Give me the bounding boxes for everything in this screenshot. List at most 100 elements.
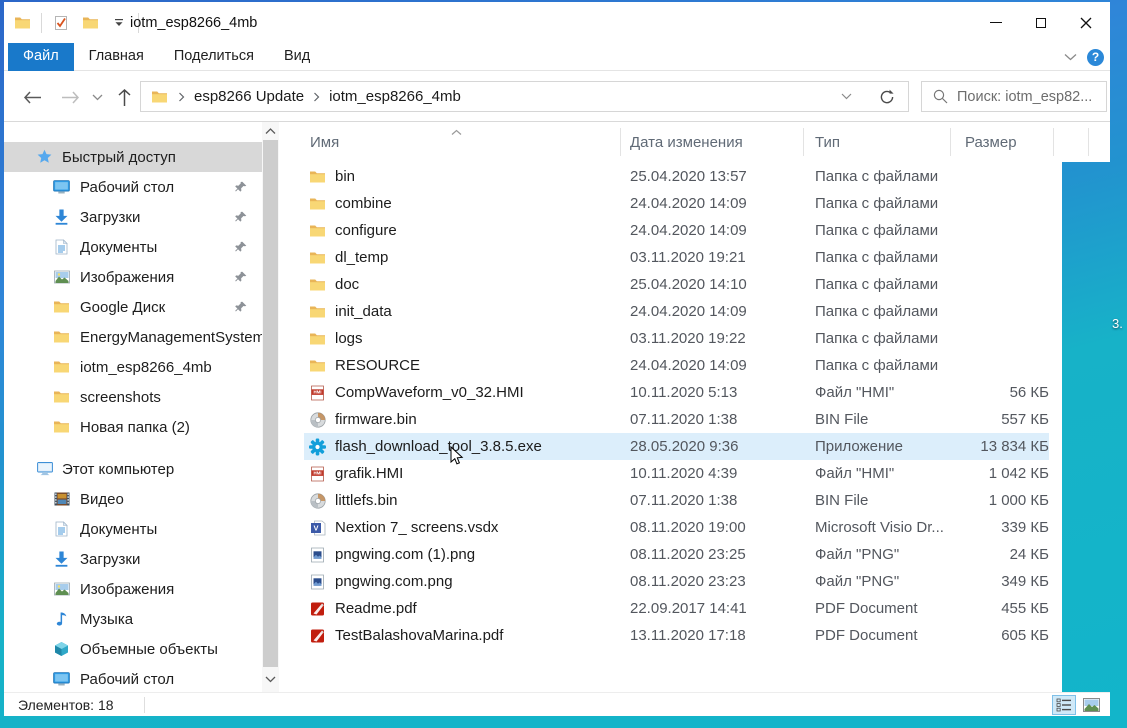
recent-locations-icon[interactable] xyxy=(86,84,108,110)
folder-icon xyxy=(308,170,327,184)
scroll-down-icon[interactable] xyxy=(262,671,279,687)
sidebar-item-label: Изображения xyxy=(80,269,174,286)
sidebar-item[interactable]: Загрузки xyxy=(4,544,262,574)
file-row[interactable]: configure 24.04.2020 14:09 Папка с файла… xyxy=(279,217,1062,244)
file-row[interactable]: Readme.pdf 22.09.2017 14:41 PDF Document… xyxy=(279,595,1062,622)
minimize-button[interactable] xyxy=(973,2,1018,43)
back-button[interactable] xyxy=(18,84,46,110)
sidebar-item[interactable]: Рабочий стол xyxy=(4,664,262,692)
file-date: 28.05.2020 9:36 xyxy=(630,438,738,455)
file-list: Имя Дата изменения Тип Размер bin 25.04.… xyxy=(279,122,1062,692)
address-dropdown-icon[interactable] xyxy=(828,82,865,111)
folder-icon xyxy=(52,300,71,314)
chevron-right-icon[interactable] xyxy=(308,92,325,102)
sidebar-item[interactable]: Изображения xyxy=(4,262,262,292)
file-date: 25.04.2020 14:10 xyxy=(630,276,747,293)
file-row[interactable]: firmware.bin 07.11.2020 1:38 BIN File 55… xyxy=(279,406,1062,433)
file-row[interactable]: V Nextion 7_ screens.vsdx 08.11.2020 19:… xyxy=(279,514,1062,541)
file-row[interactable]: HMI CompWaveform_v0_32.HMI 10.11.2020 5:… xyxy=(279,379,1062,406)
sidebar-item[interactable]: EnergyManagementSystemN xyxy=(4,322,262,352)
sidebar-item[interactable]: screenshots xyxy=(4,382,262,412)
pin-icon xyxy=(231,181,250,193)
sidebar-item[interactable]: Google Диск xyxy=(4,292,262,322)
file-row[interactable]: doc 25.04.2020 14:10 Папка с файлами xyxy=(279,271,1062,298)
chevron-right-icon[interactable] xyxy=(173,92,190,102)
sidebar-scrollbar[interactable] xyxy=(262,122,279,692)
file-row[interactable]: littlefs.bin 07.11.2020 1:38 BIN File 1 … xyxy=(279,487,1062,514)
monitor-icon xyxy=(52,180,71,195)
navigation-toolbar: esp8266 Update iotm_esp8266_4mb xyxy=(4,71,1110,122)
ribbon-tab-1[interactable]: Главная xyxy=(74,43,159,71)
file-row[interactable]: init_data 24.04.2020 14:09 Папка с файла… xyxy=(279,298,1062,325)
details-view-button[interactable] xyxy=(1052,695,1076,715)
ribbon-collapse-icon[interactable] xyxy=(1064,48,1077,66)
sidebar-item[interactable]: iotm_esp8266_4mb xyxy=(4,352,262,382)
search-input[interactable] xyxy=(957,89,1097,105)
column-header-name[interactable]: Имя xyxy=(310,134,339,151)
maximize-button[interactable] xyxy=(1018,2,1063,43)
desktop: { "window": { "title": "iotm_esp8266_4mb… xyxy=(0,0,1127,728)
sidebar-item[interactable]: Музыка xyxy=(4,604,262,634)
file-row[interactable]: logs 03.11.2020 19:22 Папка с файлами xyxy=(279,325,1062,352)
file-name: TestBalashovaMarina.pdf xyxy=(335,627,503,644)
sidebar-item-label: Новая папка (2) xyxy=(80,419,190,436)
document-icon xyxy=(52,240,71,255)
file-name: Nextion 7_ screens.vsdx xyxy=(335,519,498,536)
file-row[interactable]: bin 25.04.2020 13:57 Папка с файлами xyxy=(279,163,1062,190)
sidebar-item[interactable]: Видео xyxy=(4,484,262,514)
file-type: Папка с файлами xyxy=(815,168,938,185)
column-header-size[interactable]: Размер xyxy=(965,134,1017,151)
refresh-button[interactable] xyxy=(865,81,909,112)
sidebar-item[interactable]: Новая папка (2) xyxy=(4,412,262,442)
details-view-icon xyxy=(1056,698,1072,712)
column-divider[interactable] xyxy=(1053,128,1054,156)
close-icon xyxy=(1080,17,1092,29)
file-row[interactable]: dl_temp 03.11.2020 19:21 Папка с файлами xyxy=(279,244,1062,271)
file-row[interactable]: HMI grafik.HMI 10.11.2020 4:39 Файл "HMI… xyxy=(279,460,1062,487)
folder-icon xyxy=(52,420,71,434)
address-bar[interactable]: esp8266 Update iotm_esp8266_4mb xyxy=(140,81,866,112)
sidebar-item[interactable]: Документы xyxy=(4,232,262,262)
scroll-up-icon[interactable] xyxy=(262,123,279,139)
file-row[interactable]: flash_download_tool_3.8.5.exe 28.05.2020… xyxy=(279,433,1062,460)
forward-button[interactable] xyxy=(56,84,84,110)
sidebar-item[interactable]: Рабочий стол xyxy=(4,172,262,202)
sidebar-item[interactable]: Этот компьютер xyxy=(4,454,262,484)
column-divider[interactable] xyxy=(803,128,804,156)
folder-icon[interactable] xyxy=(80,12,100,34)
toolbar-dropdown-icon[interactable] xyxy=(109,12,129,34)
sidebar-item[interactable]: Объемные объекты xyxy=(4,634,262,664)
file-row[interactable]: RESOURCE 24.04.2020 14:09 Папка с файлам… xyxy=(279,352,1062,379)
desktop-icon-label: 3. xyxy=(1112,316,1123,331)
check-document-icon[interactable] xyxy=(51,12,71,34)
ribbon-tab-2[interactable]: Поделиться xyxy=(159,43,269,71)
scrollbar-thumb[interactable] xyxy=(263,140,278,667)
sidebar-item[interactable]: Документы xyxy=(4,514,262,544)
file-row[interactable]: combine 24.04.2020 14:09 Папка с файлами xyxy=(279,190,1062,217)
file-row[interactable]: pngwing.com.png 08.11.2020 23:23 Файл "P… xyxy=(279,568,1062,595)
ribbon-tab-3[interactable]: Вид xyxy=(269,43,325,71)
breadcrumb-segment[interactable]: esp8266 Update xyxy=(190,88,308,105)
help-button[interactable]: ? xyxy=(1087,49,1104,66)
sidebar-item-label: Документы xyxy=(80,521,157,538)
file-row[interactable]: TestBalashovaMarina.pdf 13.11.2020 17:18… xyxy=(279,622,1062,649)
column-divider[interactable] xyxy=(950,128,951,156)
up-button[interactable] xyxy=(110,84,138,110)
file-date: 22.09.2017 14:41 xyxy=(630,600,747,617)
sidebar-item[interactable]: Загрузки xyxy=(4,202,262,232)
column-divider[interactable] xyxy=(620,128,621,156)
file-date: 24.04.2020 14:09 xyxy=(630,357,747,374)
folder-icon[interactable] xyxy=(12,12,32,34)
file-date: 07.11.2020 1:38 xyxy=(630,492,737,509)
file-row[interactable]: pngwing.com (1).png 08.11.2020 23:25 Фай… xyxy=(279,541,1062,568)
sidebar-item[interactable]: Быстрый доступ xyxy=(4,142,262,172)
sidebar-item[interactable]: Изображения xyxy=(4,574,262,604)
close-button[interactable] xyxy=(1063,2,1108,43)
file-name: dl_temp xyxy=(335,249,388,266)
column-header-type[interactable]: Тип xyxy=(815,134,840,151)
thumbnails-view-button[interactable] xyxy=(1079,695,1103,715)
breadcrumb-segment[interactable]: iotm_esp8266_4mb xyxy=(325,88,465,105)
column-header-date[interactable]: Дата изменения xyxy=(630,134,743,151)
minimize-icon xyxy=(990,22,1002,23)
ribbon-tab-0[interactable]: Файл xyxy=(8,43,74,71)
